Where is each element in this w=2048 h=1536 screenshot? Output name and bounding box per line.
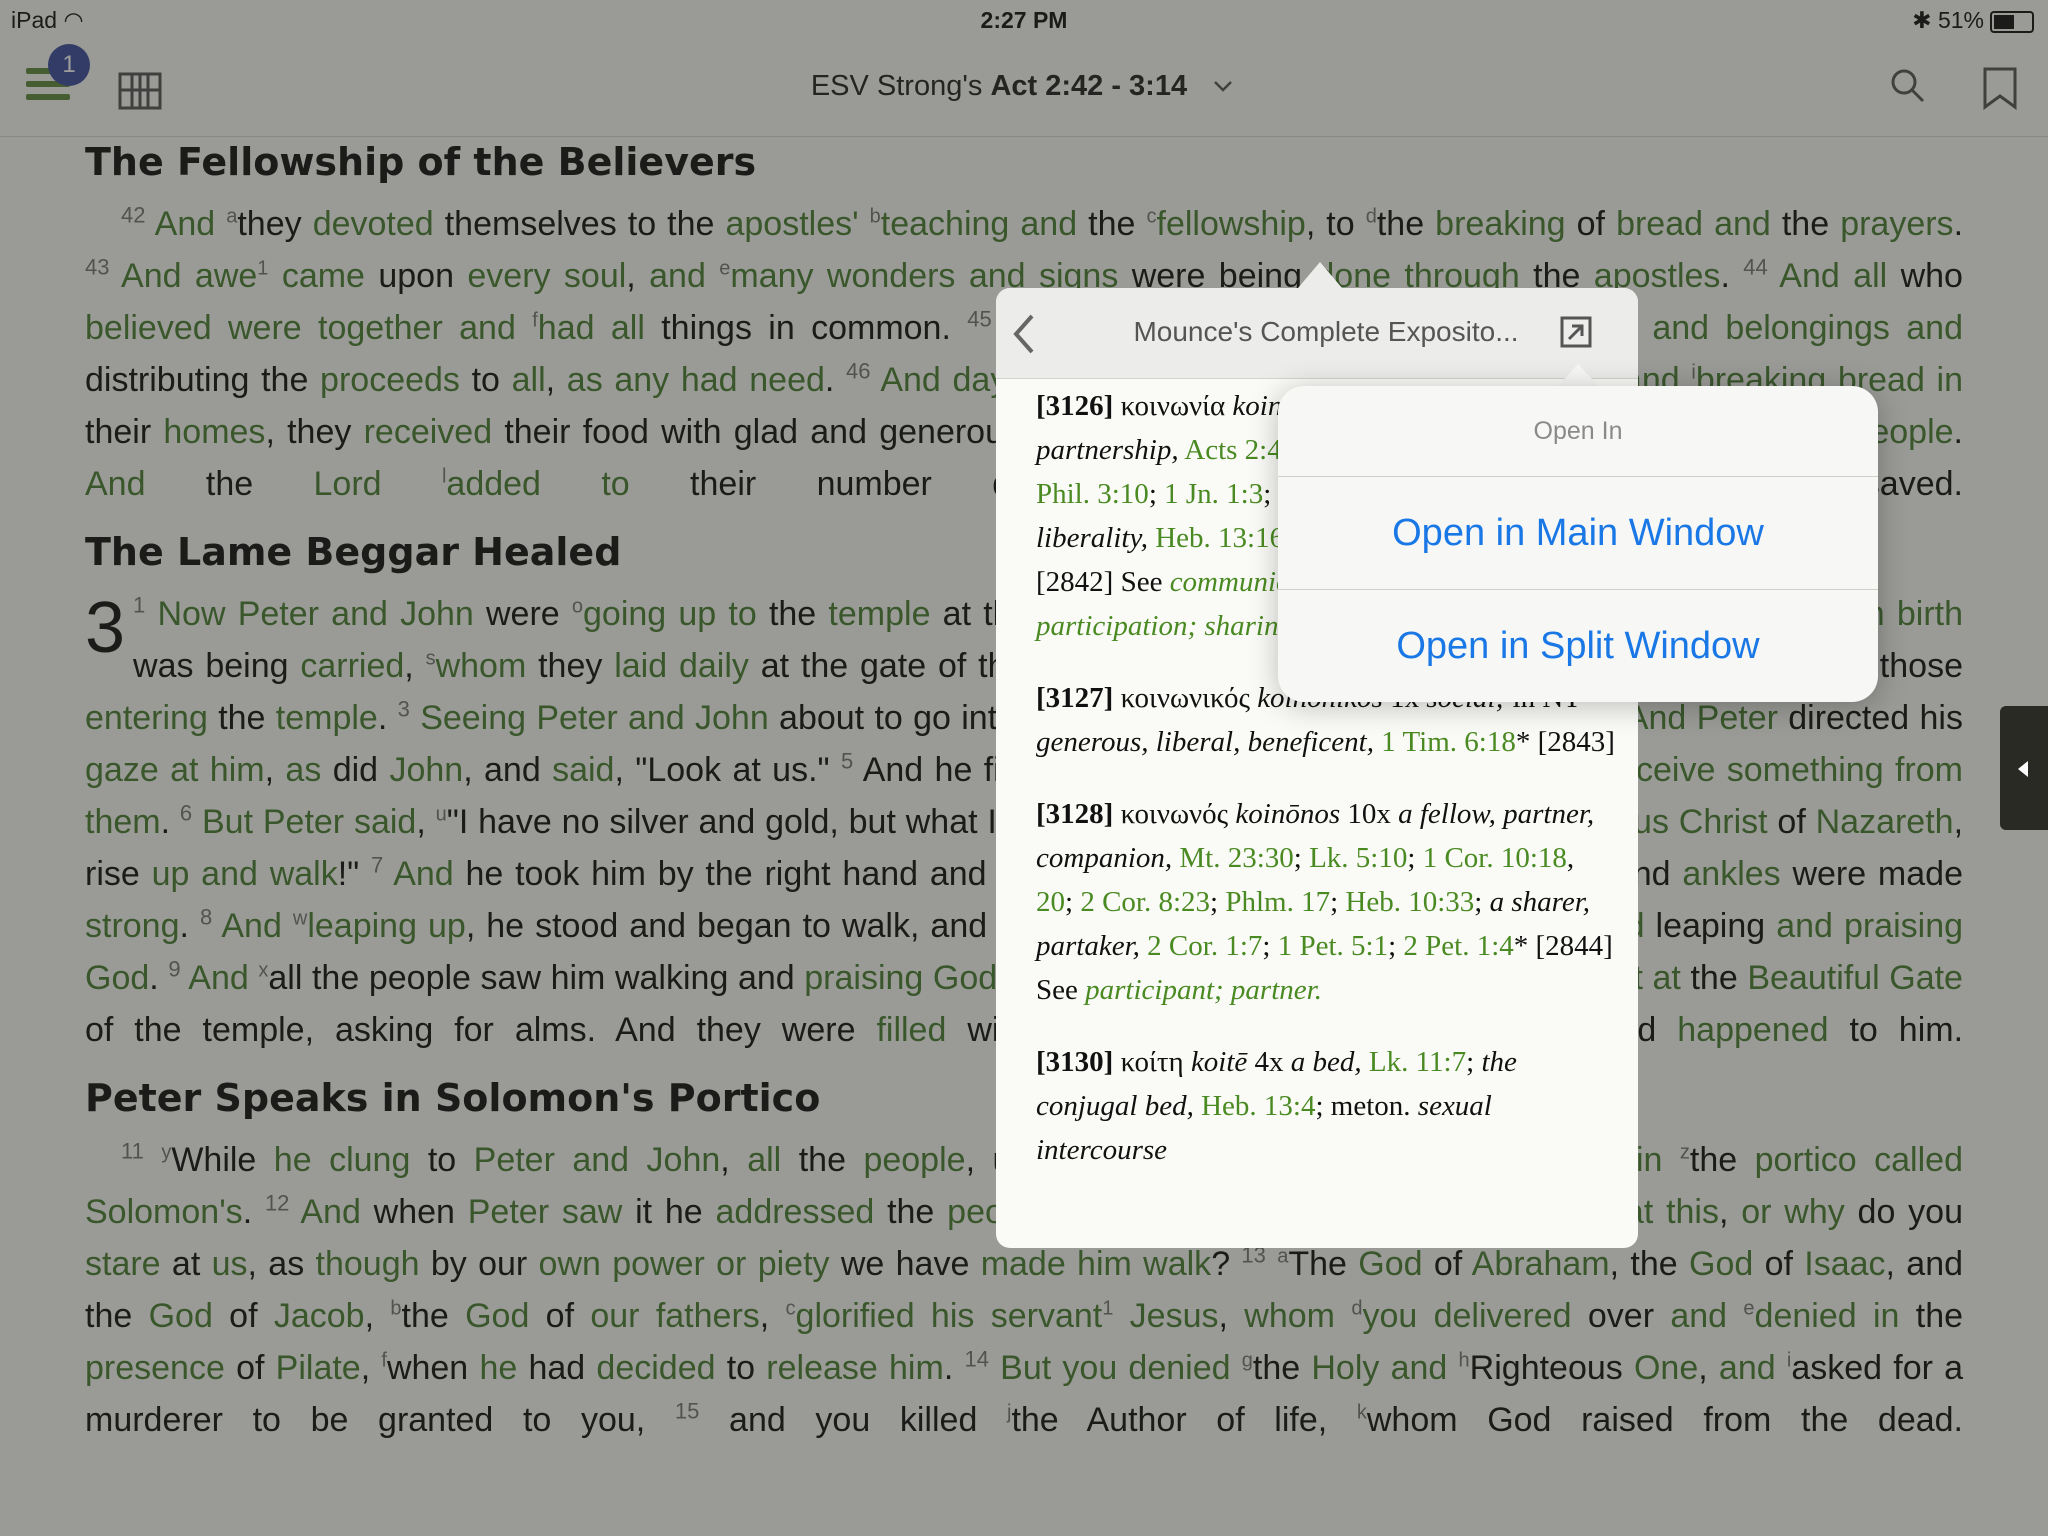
- open-in-menu: Open In Open in Main Window Open in Spli…: [1278, 386, 1878, 702]
- lexicon-entry: [3130] κοίτη koitē 4x a bed, Lk. 11:7; t…: [1036, 1046, 1517, 1166]
- popover-header: Mounce's Complete Exposito...: [996, 288, 1638, 379]
- open-in-main-window-button[interactable]: Open in Main Window: [1278, 477, 1878, 590]
- chevron-left-icon: [2018, 761, 2028, 777]
- back-chevron-icon[interactable]: [1010, 312, 1036, 361]
- open-in-split-window-button[interactable]: Open in Split Window: [1278, 590, 1878, 702]
- split-panel-tab[interactable]: [2000, 706, 2048, 830]
- popover-arrow: [1298, 262, 1342, 288]
- open-in-arrow: [1556, 364, 1600, 388]
- lexicon-entry: [3128] κοινωνός koinōnos 10x a fellow, p…: [1036, 798, 1613, 1006]
- open-in-header: Open In: [1278, 386, 1878, 477]
- popover-title: Mounce's Complete Exposito...: [1133, 316, 1519, 347]
- bible-reader-app: iPad ◠ 2:27 PM ✱ 51% 1 ESV Strong's Act …: [0, 0, 2048, 1536]
- open-external-icon[interactable]: [1560, 316, 1592, 353]
